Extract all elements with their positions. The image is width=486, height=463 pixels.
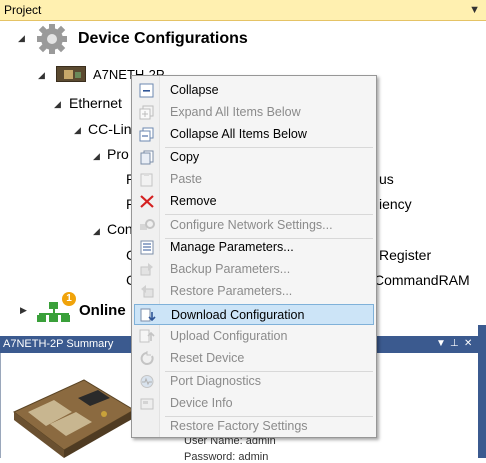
menu-item-copy[interactable]: Copy [134, 147, 374, 168]
tree-online-expand-icon[interactable]: ▶ [20, 305, 27, 316]
tree-con2-tail: CommandRAM [374, 272, 470, 288]
tree-online-label[interactable]: Online [79, 302, 126, 319]
tree-ethernet-caret-icon[interactable]: ◢ [54, 99, 61, 110]
context-menu: Collapse Expand All Items Below Collapse… [131, 75, 377, 438]
menu-item-reset-device[interactable]: Reset Device [134, 348, 374, 369]
collapse-icon [139, 83, 154, 98]
tree-param2-tail: iency [379, 196, 412, 212]
collapse-all-icon [139, 127, 154, 142]
menu-item-manage-parameters[interactable]: Manage Parameters... [134, 237, 374, 258]
tree-pro-label[interactable]: Pro [107, 146, 129, 162]
copy-icon [140, 150, 154, 165]
tree-root-label[interactable]: Device Configurations [78, 30, 248, 48]
menu-item-port-diagnostics[interactable]: Port Diagnostics [134, 371, 374, 392]
menu-item-device-info[interactable]: Device Info [134, 393, 374, 414]
port-diagnostics-icon [140, 375, 154, 388]
reset-icon [140, 351, 154, 365]
tree-cclink-caret-icon[interactable]: ◢ [74, 125, 81, 136]
project-panel-titlebar: Project ▼ [0, 0, 486, 21]
remove-icon [140, 195, 154, 208]
tree-cclink-label[interactable]: CC-Lin [88, 121, 132, 137]
menu-item-download-configuration[interactable]: Download Configuration [134, 304, 374, 325]
device-info-icon [140, 398, 154, 410]
menu-item-expand-all[interactable]: Expand All Items Below [134, 102, 374, 123]
download-icon [140, 308, 156, 322]
summary-scroll-rail [478, 325, 486, 458]
tree-device-caret-icon[interactable]: ◢ [38, 70, 45, 81]
restore-icon [141, 285, 154, 298]
tree-con-label[interactable]: Con [107, 221, 133, 237]
network-settings-icon [140, 219, 155, 230]
menu-item-upload-configuration[interactable]: Upload Configuration [134, 326, 374, 347]
menu-item-paste[interactable]: Paste [134, 169, 374, 190]
project-panel-title: Project [4, 3, 42, 17]
online-count-badge: 1 [62, 292, 76, 306]
menu-item-collapse-all[interactable]: Collapse All Items Below [134, 124, 374, 145]
gear-icon [37, 24, 67, 54]
upload-icon [139, 329, 155, 343]
tree-con-caret-icon[interactable]: ◢ [93, 226, 100, 237]
backup-icon [140, 263, 153, 276]
tree-param1-tail: us [379, 171, 394, 187]
menu-item-configure-network[interactable]: Configure Network Settings... [134, 215, 374, 236]
panel-dropdown-icon[interactable]: ▼ [469, 0, 480, 20]
manage-parameters-icon [140, 240, 154, 255]
tree-con1-tail: Register [379, 247, 432, 263]
paste-icon [140, 173, 153, 187]
expand-all-icon [139, 105, 154, 120]
close-icon[interactable]: ✕ [464, 336, 472, 352]
menu-item-restore-factory-settings[interactable]: Restore Factory Settings [134, 416, 374, 437]
menu-item-remove[interactable]: Remove [134, 191, 374, 212]
tree-ethernet-label[interactable]: Ethernet [69, 95, 122, 111]
summary-panel-title: A7NETH-2P Summary [3, 338, 114, 350]
tree-pro-caret-icon[interactable]: ◢ [93, 151, 100, 162]
menu-item-backup-parameters[interactable]: Backup Parameters... [134, 259, 374, 280]
device-module-icon [56, 66, 86, 82]
pin-icon[interactable]: ⊥ [450, 336, 459, 352]
summary-dropdown-icon[interactable]: ▼ [436, 336, 446, 352]
device-photo [13, 379, 135, 458]
summary-password: Password: admin [184, 451, 269, 463]
menu-item-restore-parameters[interactable]: Restore Parameters... [134, 281, 374, 302]
menu-item-collapse[interactable]: Collapse [134, 80, 374, 101]
tree-collapse-caret-icon[interactable]: ◢ [18, 33, 25, 44]
